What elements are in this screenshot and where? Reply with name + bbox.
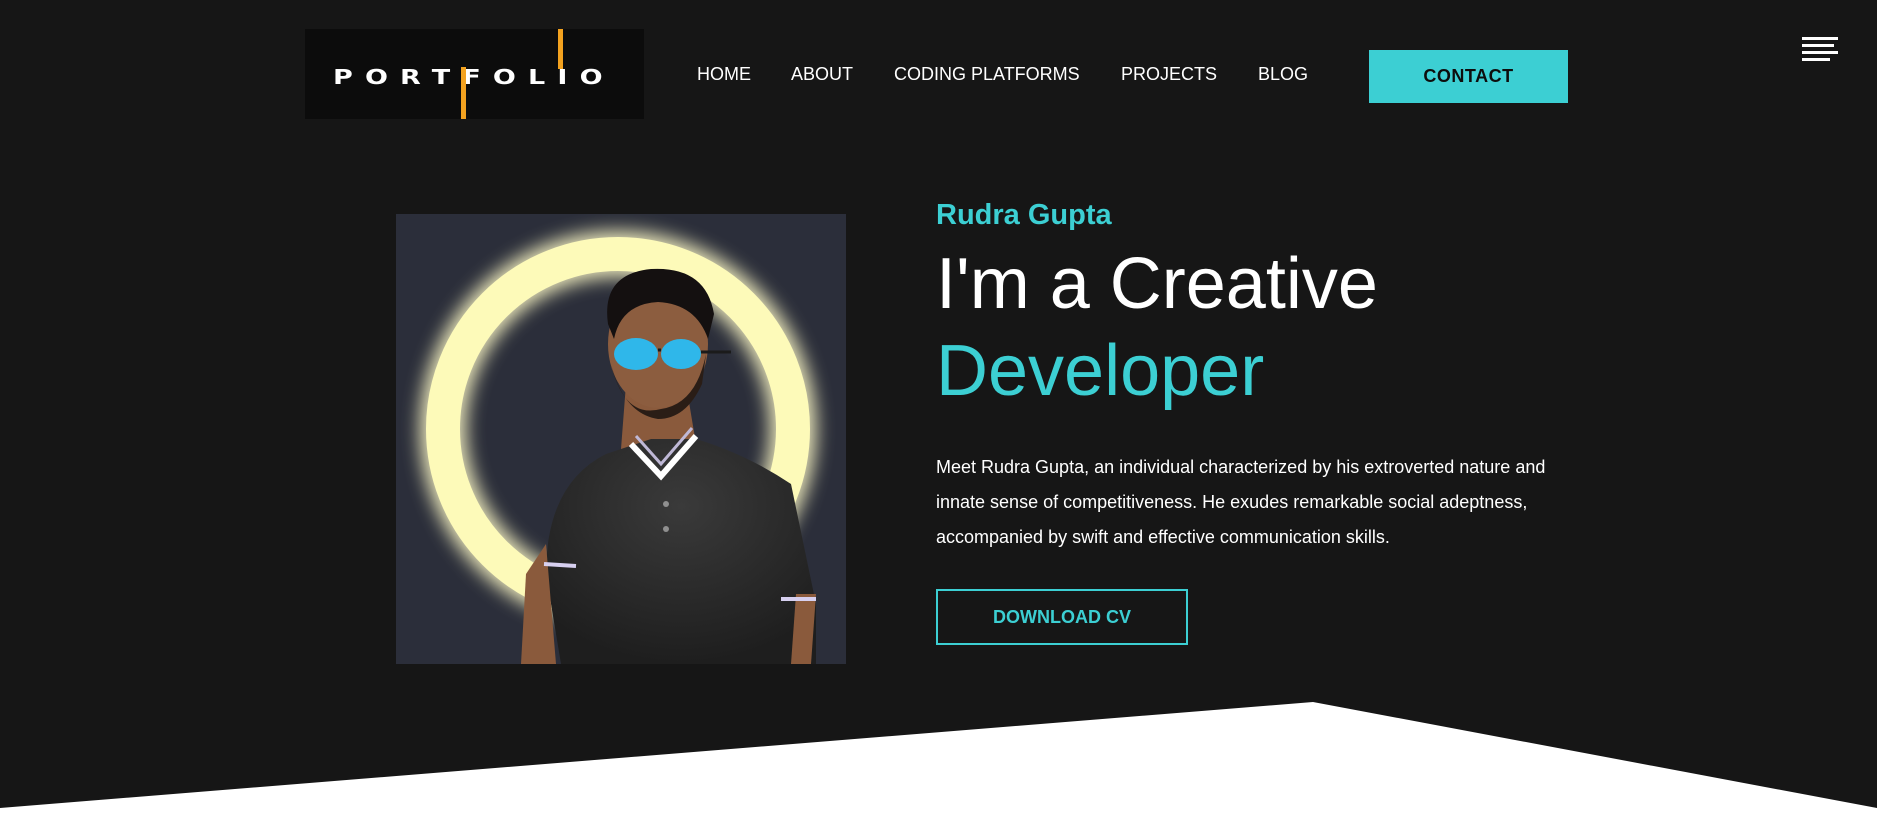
nav-coding-platforms[interactable]: CODING PLATFORMS — [894, 64, 1080, 85]
hero-bio: Meet Rudra Gupta, an individual characte… — [936, 457, 1546, 547]
logo-accent-bar — [558, 29, 563, 69]
nav-home[interactable]: HOME — [697, 64, 751, 85]
download-cv-button[interactable]: DOWNLOAD CV — [936, 589, 1188, 645]
headline-line-2: Developer — [936, 331, 1265, 411]
logo-accent-bar — [461, 67, 466, 119]
contact-button[interactable]: CONTACT — [1369, 50, 1568, 103]
nav-blog[interactable]: BLOG — [1258, 64, 1308, 85]
headline-line-1: I'm a Creative — [936, 244, 1378, 324]
logo-text: PORTFOLIO — [333, 65, 615, 89]
hero-name: Rudra Gupta — [936, 199, 1112, 231]
nav-about[interactable]: ABOUT — [791, 64, 853, 85]
nav-projects[interactable]: PROJECTS — [1121, 64, 1217, 85]
profile-photo — [396, 214, 846, 664]
logo[interactable]: PORTFOLIO — [305, 29, 644, 119]
hamburger-menu-icon[interactable] — [1802, 37, 1838, 63]
